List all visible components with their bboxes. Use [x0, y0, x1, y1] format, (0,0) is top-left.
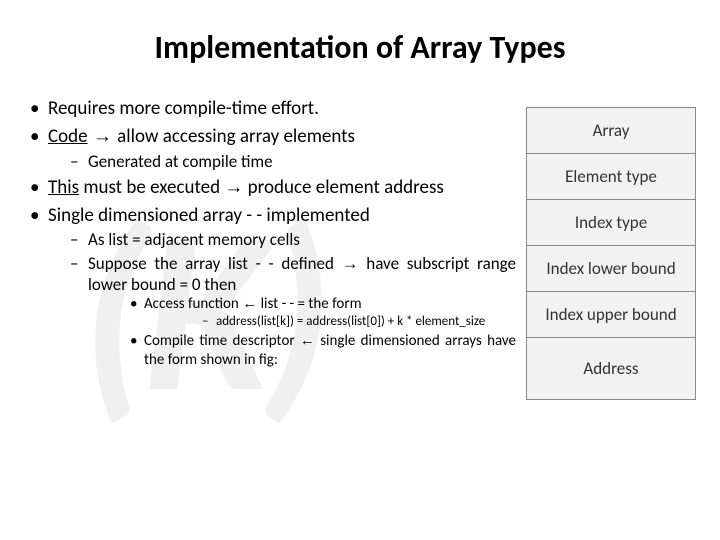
slide-body: Requires more compile-time effort. Code … [24, 97, 696, 400]
slide-title: Implementation of Array Types [24, 28, 696, 67]
arrow-right-icon: → [88, 126, 118, 147]
bullet-4-sub2: Suppose the array list - - defined → hav… [48, 253, 516, 370]
descriptor-row-index-type: Index type [527, 200, 695, 246]
bullet-3: This must be executed → produce element … [24, 176, 516, 200]
bullet-4-sub2-b-text: Compile time descriptor [144, 332, 300, 350]
bullet-4: Single dimensioned array - - implemented… [24, 204, 516, 370]
bullet-3-this: This [48, 176, 79, 199]
descriptor-row-index-lower: Index lower bound [527, 246, 695, 292]
bullet-4-text: Single dimensioned array - - implemented [48, 204, 370, 227]
bullet-4-sub2-a-text: Access function [144, 295, 242, 313]
descriptor-row-array: Array [527, 108, 695, 154]
bullet-4-sub2-text: Suppose the array list - - defined [88, 253, 342, 274]
descriptor-row-index-upper: Index upper bound [527, 292, 695, 338]
bullet-2-rest: allow accessing array elements [117, 125, 355, 148]
bullet-4-sub2-a: Access function ← list - - = the form ad… [88, 295, 516, 330]
slide: Implementation of Array Types Requires m… [0, 0, 720, 540]
bullet-1: Requires more compile-time effort. [24, 97, 516, 121]
bullet-2-sub1: Generated at compile time [48, 151, 516, 172]
descriptor-row-address: Address [527, 338, 695, 399]
bullet-4-sub2-b: Compile time descriptor ← single dimensi… [88, 332, 516, 370]
content-column: Requires more compile-time effort. Code … [24, 97, 516, 374]
arrow-left-icon: ← [242, 295, 257, 312]
bullet-4-sub1: As list = adjacent memory cells [48, 229, 516, 250]
bullet-4-sub2-a-i: address(list[k]) = address(list[0]) + k … [144, 314, 516, 330]
descriptor-row-element-type: Element type [527, 154, 695, 200]
descriptor-table: Array Element type Index type Index lowe… [526, 107, 696, 400]
bullet-2: Code → allow accessing array elements Ge… [24, 125, 516, 172]
bullet-2-code: Code [48, 125, 88, 148]
bullet-3-after: produce element address [243, 176, 443, 199]
arrow-left-icon: ← [300, 332, 315, 349]
bullet-3-rest: must be executed [79, 176, 224, 199]
bullet-4-sub2-a-after: list - - = the form [257, 295, 361, 313]
arrow-right-icon: → [342, 254, 359, 273]
arrow-right-icon: → [224, 177, 243, 198]
